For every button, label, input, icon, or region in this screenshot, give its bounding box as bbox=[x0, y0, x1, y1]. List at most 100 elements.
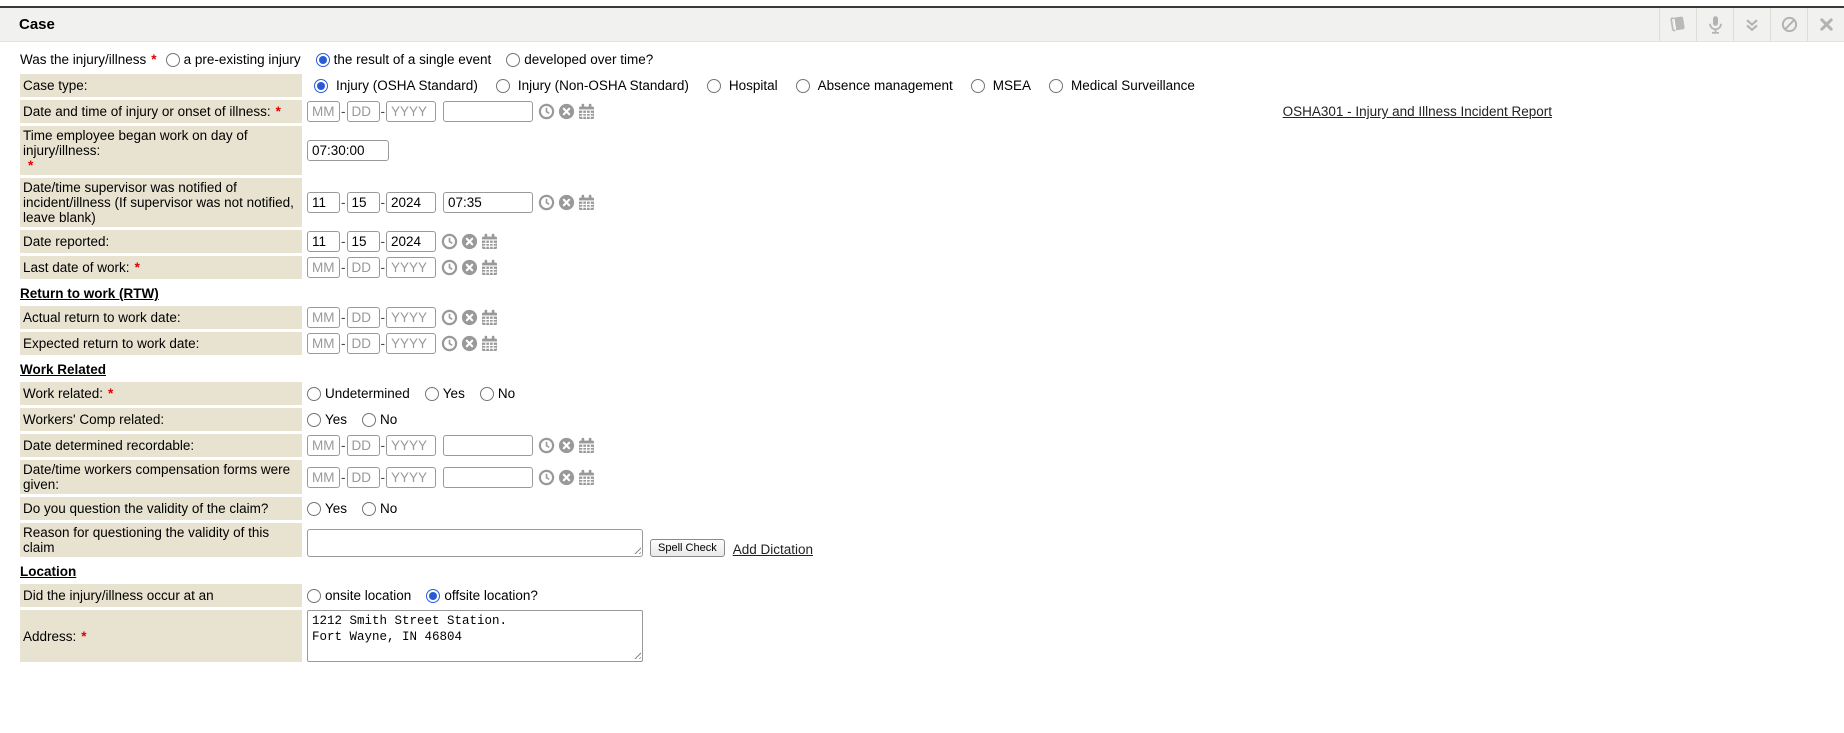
radio-option-no[interactable]: No bbox=[362, 412, 397, 427]
radio-option-yes[interactable]: Yes bbox=[425, 386, 465, 401]
month-input[interactable] bbox=[307, 101, 340, 122]
radio-option-no[interactable]: No bbox=[480, 386, 515, 401]
clock-icon[interactable] bbox=[441, 309, 458, 326]
calendar-icon[interactable] bbox=[578, 103, 595, 120]
day-input[interactable] bbox=[347, 257, 380, 278]
microphone-icon[interactable] bbox=[1696, 8, 1733, 41]
day-input[interactable] bbox=[347, 231, 380, 252]
month-input[interactable] bbox=[307, 333, 340, 354]
year-input[interactable] bbox=[386, 101, 436, 122]
radio-icon[interactable] bbox=[496, 79, 510, 93]
calendar-icon[interactable] bbox=[481, 233, 498, 250]
clock-icon[interactable] bbox=[538, 469, 555, 486]
radio-icon[interactable] bbox=[506, 53, 520, 67]
radio-option-yes[interactable]: Yes bbox=[307, 501, 347, 516]
month-input[interactable] bbox=[307, 435, 340, 456]
time-input[interactable] bbox=[443, 435, 533, 456]
clock-icon[interactable] bbox=[441, 335, 458, 352]
radio-option-injury-osha[interactable]: Injury (OSHA Standard) bbox=[314, 78, 478, 93]
radio-option-over-time[interactable]: developed over time? bbox=[506, 52, 653, 67]
radio-icon[interactable] bbox=[707, 79, 721, 93]
radio-option-single-event[interactable]: the result of a single event bbox=[316, 52, 492, 67]
time-began-input[interactable] bbox=[307, 140, 389, 161]
year-input[interactable] bbox=[386, 333, 436, 354]
day-input[interactable] bbox=[347, 435, 380, 456]
radio-icon[interactable] bbox=[314, 79, 328, 93]
radio-icon[interactable] bbox=[307, 387, 321, 401]
book-icon[interactable] bbox=[1659, 8, 1696, 41]
add-dictation-link[interactable]: Add Dictation bbox=[733, 542, 813, 557]
clear-icon[interactable] bbox=[558, 194, 575, 211]
radio-icon[interactable] bbox=[362, 502, 376, 516]
month-input[interactable] bbox=[307, 192, 340, 213]
address-textarea[interactable]: 1212 Smith Street Station. Fort Wayne, I… bbox=[307, 610, 643, 662]
year-input[interactable] bbox=[386, 231, 436, 252]
clock-icon[interactable] bbox=[441, 259, 458, 276]
radio-option-yes[interactable]: Yes bbox=[307, 412, 347, 427]
clear-icon[interactable] bbox=[461, 233, 478, 250]
spell-check-button[interactable]: Spell Check bbox=[650, 539, 725, 557]
calendar-icon[interactable] bbox=[481, 309, 498, 326]
clock-icon[interactable] bbox=[538, 103, 555, 120]
day-input[interactable] bbox=[347, 333, 380, 354]
clear-icon[interactable] bbox=[461, 259, 478, 276]
clear-icon[interactable] bbox=[558, 437, 575, 454]
radio-option-msea[interactable]: MSEA bbox=[971, 78, 1031, 93]
radio-icon[interactable] bbox=[166, 53, 180, 67]
calendar-icon[interactable] bbox=[481, 335, 498, 352]
radio-icon[interactable] bbox=[316, 53, 330, 67]
radio-icon[interactable] bbox=[796, 79, 810, 93]
time-input[interactable] bbox=[443, 192, 533, 213]
radio-option-offsite[interactable]: offsite location? bbox=[426, 588, 538, 603]
year-input[interactable] bbox=[386, 307, 436, 328]
calendar-icon[interactable] bbox=[578, 437, 595, 454]
chevron-double-down-icon[interactable] bbox=[1733, 8, 1770, 41]
year-input[interactable] bbox=[386, 467, 436, 488]
reason-validity-textarea[interactable] bbox=[307, 529, 643, 557]
radio-option-undetermined[interactable]: Undetermined bbox=[307, 386, 410, 401]
day-input[interactable] bbox=[347, 101, 380, 122]
year-input[interactable] bbox=[386, 192, 436, 213]
close-icon[interactable] bbox=[1807, 8, 1844, 41]
radio-icon[interactable] bbox=[362, 413, 376, 427]
radio-icon[interactable] bbox=[307, 589, 321, 603]
clear-icon[interactable] bbox=[558, 469, 575, 486]
month-input[interactable] bbox=[307, 231, 340, 252]
radio-option-hospital[interactable]: Hospital bbox=[707, 78, 778, 93]
clear-icon[interactable] bbox=[558, 103, 575, 120]
clear-icon[interactable] bbox=[461, 335, 478, 352]
radio-option-onsite[interactable]: onsite location bbox=[307, 588, 411, 603]
month-input[interactable] bbox=[307, 467, 340, 488]
calendar-icon[interactable] bbox=[578, 194, 595, 211]
radio-icon[interactable] bbox=[971, 79, 985, 93]
calendar-icon[interactable] bbox=[481, 259, 498, 276]
radio-icon[interactable] bbox=[307, 413, 321, 427]
month-input[interactable] bbox=[307, 257, 340, 278]
radio-icon[interactable] bbox=[1049, 79, 1063, 93]
year-input[interactable] bbox=[386, 257, 436, 278]
day-input[interactable] bbox=[347, 467, 380, 488]
time-input[interactable] bbox=[443, 467, 533, 488]
radio-icon[interactable] bbox=[480, 387, 494, 401]
day-input[interactable] bbox=[347, 307, 380, 328]
radio-option-pre-existing[interactable]: a pre-existing injury bbox=[166, 52, 301, 67]
radio-option-injury-non-osha[interactable]: Injury (Non-OSHA Standard) bbox=[496, 78, 689, 93]
clear-icon[interactable] bbox=[461, 309, 478, 326]
radio-option-absence[interactable]: Absence management bbox=[796, 78, 953, 93]
clock-icon[interactable] bbox=[538, 437, 555, 454]
year-input[interactable] bbox=[386, 435, 436, 456]
cancel-circle-icon[interactable] bbox=[1770, 8, 1807, 41]
row-actual-rtw: Actual return to work date: - - bbox=[20, 306, 1844, 329]
clock-icon[interactable] bbox=[441, 233, 458, 250]
radio-icon[interactable] bbox=[425, 387, 439, 401]
day-input[interactable] bbox=[347, 192, 380, 213]
osha301-report-link[interactable]: OSHA301 - Injury and Illness Incident Re… bbox=[1283, 104, 1552, 119]
radio-option-no[interactable]: No bbox=[362, 501, 397, 516]
radio-option-medical-surveillance[interactable]: Medical Surveillance bbox=[1049, 78, 1195, 93]
month-input[interactable] bbox=[307, 307, 340, 328]
radio-icon[interactable] bbox=[426, 589, 440, 603]
calendar-icon[interactable] bbox=[578, 469, 595, 486]
clock-icon[interactable] bbox=[538, 194, 555, 211]
radio-icon[interactable] bbox=[307, 502, 321, 516]
time-input[interactable] bbox=[443, 101, 533, 122]
